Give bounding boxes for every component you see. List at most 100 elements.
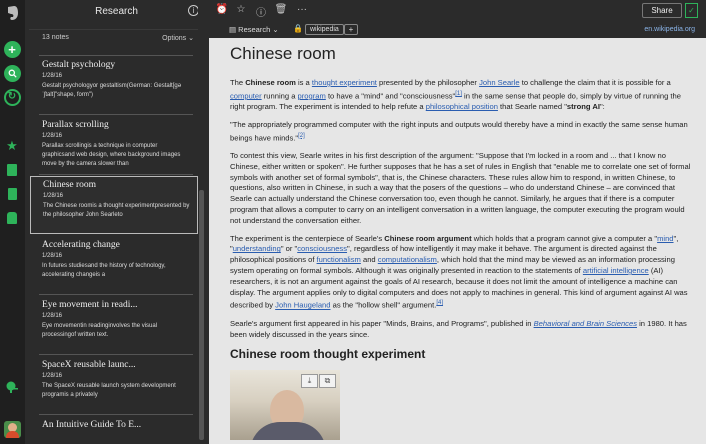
link[interactable]: artificial intelligence — [583, 266, 649, 275]
app: + ↻ ★ Research i 13 notes Options ⌄ Gest… — [0, 0, 706, 444]
share-button[interactable]: Share — [642, 3, 682, 18]
text-run: as the "hollow shell" argument. — [330, 300, 437, 310]
note-list-header: Research i — [29, 0, 204, 30]
link[interactable]: John Searle — [479, 78, 520, 87]
evernote-logo-icon[interactable] — [3, 4, 21, 22]
download-icon[interactable]: ⤓ — [301, 374, 318, 389]
search-icon[interactable] — [3, 64, 21, 82]
expand-check-button[interactable]: ✓ — [685, 3, 698, 18]
note-info-icon[interactable]: ⓘ — [254, 4, 268, 19]
note-title: Gestalt psychology — [42, 60, 116, 70]
shortcuts-star-icon[interactable]: ★ — [3, 137, 21, 155]
notes-icon[interactable] — [3, 161, 21, 179]
more-options-icon[interactable]: ··· — [295, 4, 309, 15]
note-date: 1/28/16 — [42, 313, 63, 319]
options-dropdown[interactable]: Options ⌄ — [162, 34, 194, 42]
note-list-scrollbar[interactable] — [198, 0, 205, 444]
text-run: is a — [295, 78, 312, 87]
note-title-heading[interactable]: Chinese room — [230, 44, 696, 64]
text-run: that Searle named " — [497, 102, 567, 112]
link[interactable]: [1] — [455, 91, 462, 97]
notebook-name: Research — [238, 25, 271, 34]
list-item[interactable]: Gestalt psychology 1/28/16 Gestalt psych… — [39, 57, 193, 115]
note-preview: Eye movementin readinginvolves the visua… — [42, 323, 158, 338]
list-item-selected[interactable]: Chinese room 1/28/16 The Chinese roomis … — [30, 176, 198, 234]
note-title: SpaceX reusable launc... — [42, 360, 136, 370]
link[interactable]: mind — [657, 234, 673, 243]
note-preview: Parallax scrollingis a technique in comp… — [42, 143, 181, 167]
link[interactable]: computer — [230, 91, 262, 100]
section-heading: Chinese room thought experiment — [230, 347, 426, 362]
note-preview: Gestalt psychologyor gestaltism(German: … — [42, 83, 182, 98]
notebooks-icon[interactable] — [3, 185, 21, 203]
scrollbar-thumb[interactable] — [199, 190, 204, 440]
lock-icon[interactable]: 🔒 — [293, 24, 303, 33]
link[interactable]: philosophical position — [426, 102, 498, 111]
notebook-selector[interactable]: ▤ Research ⌄ — [229, 25, 279, 34]
link[interactable]: thought experiment — [312, 78, 377, 87]
note-date: 1/28/16 — [42, 133, 63, 139]
link[interactable]: functionalism — [317, 255, 361, 264]
activity-icon[interactable] — [3, 378, 21, 396]
link[interactable]: [4] — [436, 300, 443, 306]
trash-icon[interactable]: 🗑 — [274, 4, 288, 15]
add-tag-button[interactable]: + — [344, 24, 358, 35]
image-actions: ⤓ ⧉ — [301, 374, 336, 389]
paragraph-intro: The Chinese room is a thought experiment… — [230, 78, 696, 113]
shortcut-star-icon[interactable]: ☆ — [234, 4, 248, 15]
note-meta-bar: ▤ Research ⌄ 🔒 wikipedia + en.wikipedia.… — [209, 22, 706, 38]
link[interactable]: consciousness — [297, 244, 347, 253]
source-url-link[interactable]: en.wikipedia.org — [644, 26, 695, 33]
text-run: To contest this view, Searle writes in h… — [230, 151, 691, 225]
bold-text: strong AI — [566, 102, 600, 112]
list-item[interactable]: An Intuitive Guide To E... — [39, 417, 193, 444]
note-title: Parallax scrolling — [42, 120, 109, 130]
notebook-title: Research — [95, 6, 138, 17]
note-preview: The SpaceX reusable launch system develo… — [42, 383, 176, 398]
link[interactable]: John Haugeland — [275, 301, 330, 310]
paragraph-history: Searle's argument first appeared in his … — [230, 319, 696, 341]
note-editor: ⏰ ☆ ⓘ 🗑 ··· Share ✓ ▤ Research ⌄ 🔒 wikip… — [209, 0, 706, 444]
note-date: 1/28/16 — [43, 193, 64, 199]
link[interactable]: program — [298, 91, 326, 100]
link[interactable]: computationalism — [378, 255, 437, 264]
user-avatar-icon[interactable] — [3, 420, 21, 438]
list-item[interactable]: Eye movement in readi... 1/28/16 Eye mov… — [39, 297, 193, 355]
note-preview: In futures studiesand the history of tec… — [42, 263, 166, 278]
new-note-icon[interactable]: + — [3, 40, 21, 58]
bold-text: Chinese room — [245, 78, 296, 87]
note-title: Eye movement in readi... — [42, 300, 138, 310]
note-title: An Intuitive Guide To E... — [42, 420, 142, 430]
left-rail: + ↻ ★ — [0, 0, 25, 444]
text-run: and — [360, 255, 378, 265]
note-list-subheader: 13 notes Options ⌄ — [29, 30, 204, 46]
bold-text: Chinese room argument — [384, 233, 472, 243]
link[interactable]: Behavioral and Brain Sciences — [534, 319, 637, 328]
tag-chip[interactable]: wikipedia — [305, 24, 344, 35]
note-count: 13 notes — [42, 34, 69, 41]
note-body: Chinese room The Chinese room is a thoug… — [230, 44, 696, 441]
link[interactable]: understanding — [233, 244, 281, 253]
copy-icon[interactable]: ⧉ — [319, 374, 336, 389]
work-chat-icon[interactable]: ↻ — [3, 88, 21, 106]
searle-photo[interactable]: ⤓ ⧉ — [230, 370, 340, 441]
list-item-cut — [39, 48, 193, 56]
text-run: Searle's argument first appeared in his … — [230, 318, 534, 328]
list-item[interactable]: Accelerating change 1/28/16 In futures s… — [39, 237, 193, 295]
reminder-alarm-icon[interactable]: ⏰ — [215, 4, 229, 15]
tags-icon[interactable] — [3, 209, 21, 227]
text-run: which holds that a program cannot give a… — [471, 233, 658, 243]
note-date: 1/28/16 — [42, 73, 63, 79]
text-run: presented by the philosopher — [376, 78, 480, 87]
note-list: Research i 13 notes Options ⌄ Gestalt ps… — [29, 0, 205, 444]
paragraph-argument: To contest this view, Searle writes in h… — [230, 151, 696, 227]
list-item[interactable]: Parallax scrolling 1/28/16 Parallax scro… — [39, 117, 193, 175]
text-run: " or " — [280, 244, 298, 254]
list-item[interactable]: SpaceX reusable launc... 1/28/16 The Spa… — [39, 357, 193, 415]
editor-toolbar: ⏰ ☆ ⓘ 🗑 ··· Share ✓ — [209, 0, 706, 22]
link[interactable]: [2] — [298, 133, 305, 139]
text-run: ": — [599, 102, 605, 112]
text-run: The — [230, 78, 246, 87]
text-run: to challenge the claim that it is possib… — [519, 78, 671, 87]
note-title: Accelerating change — [42, 240, 120, 250]
